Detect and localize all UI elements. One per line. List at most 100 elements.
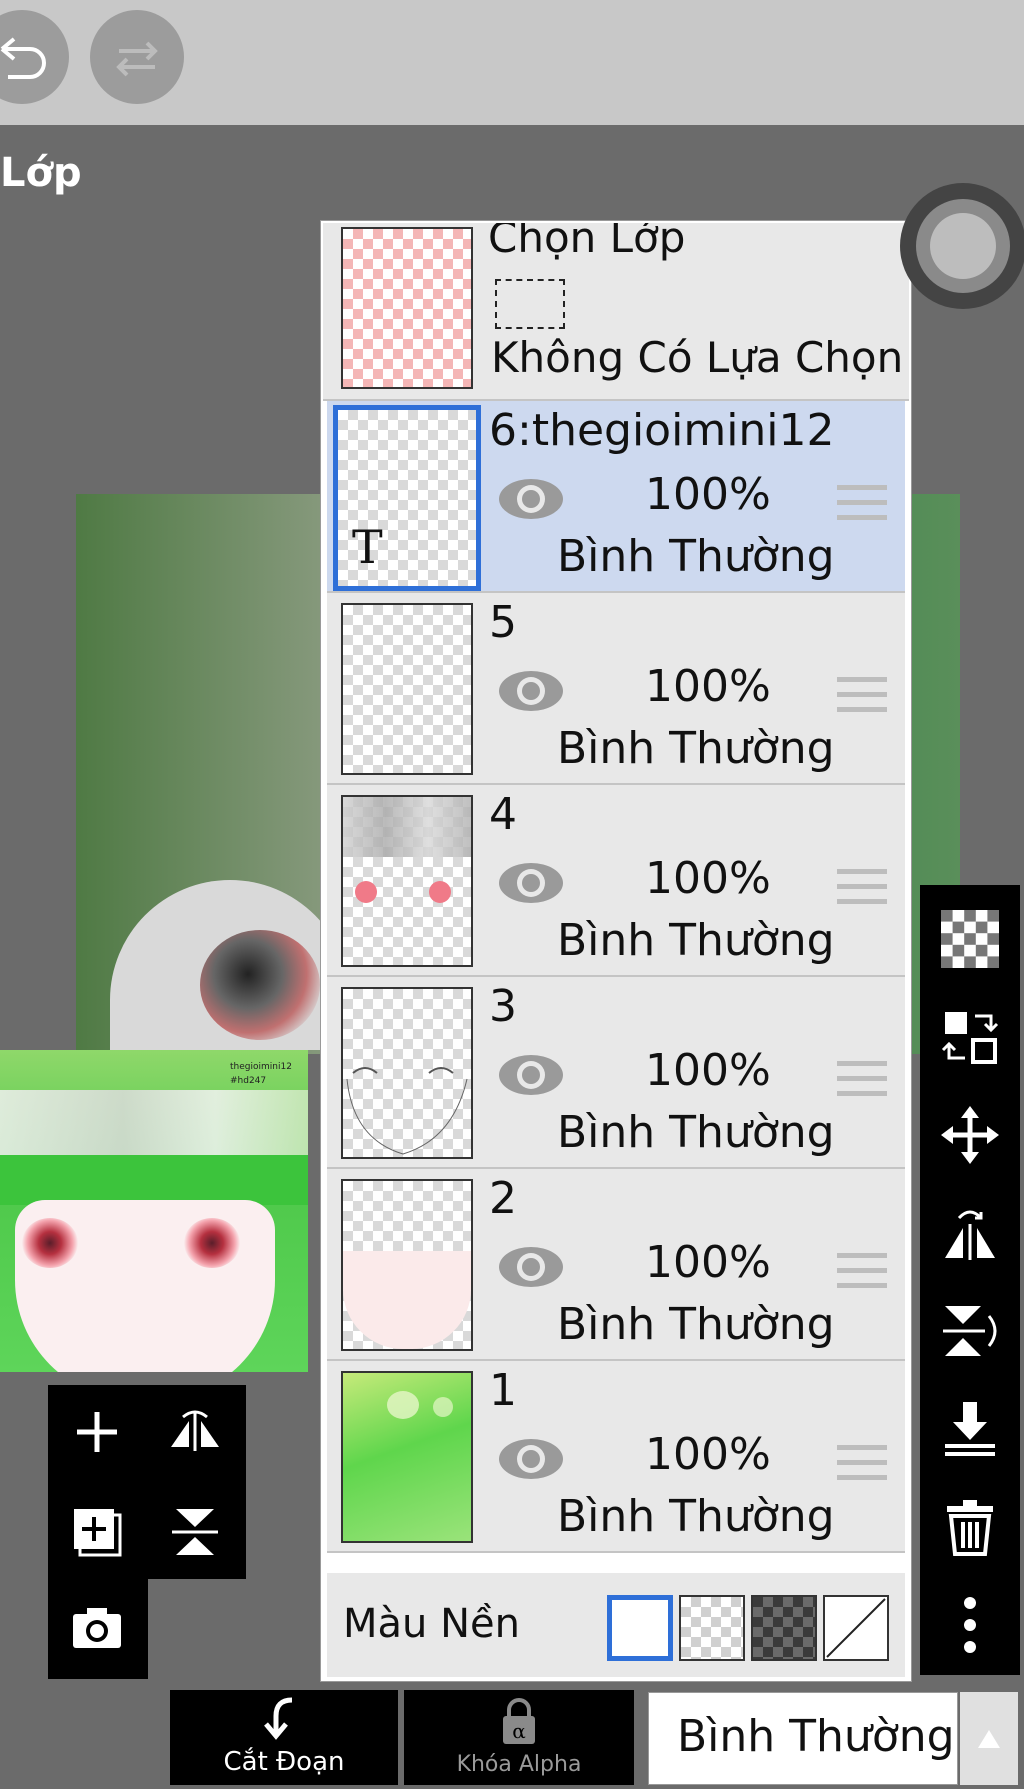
left-toolbar-bottom [48,1579,148,1679]
layer-row[interactable]: 3 100% Bình Thường [327,977,905,1169]
layer-thumbnail [341,603,473,775]
layer-blend-mode[interactable]: Bình Thường [557,1491,835,1542]
bg-transparent-light-swatch[interactable] [679,1595,745,1661]
alpha-lock-button[interactable]: α Khóa Alpha [404,1690,634,1785]
eye-icon[interactable] [497,1435,565,1483]
eye-icon[interactable] [497,1051,565,1099]
drag-handle-icon[interactable] [837,869,887,914]
layer-opacity[interactable]: 100% [645,661,771,712]
layer-blend-mode[interactable]: Bình Thường [557,1107,835,1158]
canvas-preview[interactable]: thegioimini12 #hd247 [0,1050,308,1372]
layer-opacity[interactable]: 100% [645,469,771,520]
layer-opacity[interactable]: 100% [645,1237,771,1288]
thumb-eye [429,881,451,903]
selection-thumbnail [341,227,473,389]
panel-title: Lớp [0,150,82,196]
undo-icon [0,37,46,79]
right-toolbar [920,885,1020,1675]
merge-down-icon [945,1402,995,1456]
layer-opacity[interactable]: 100% [645,853,771,904]
eye-icon[interactable] [497,859,565,907]
add-copy-icon [74,1509,122,1557]
left-toolbar [48,1385,246,1579]
checkerboard-icon [941,910,999,968]
delete-layer-button[interactable] [936,1493,1004,1561]
floating-color-button[interactable] [900,183,1024,309]
layer-row[interactable]: 4 100% Bình Thường [327,785,905,977]
layer-thumbnail [341,795,473,967]
bg-none-swatch[interactable] [823,1595,889,1661]
layer-name: 4 [489,789,517,840]
layer-name: 1 [489,1365,517,1416]
selection-marquee-icon [495,279,565,329]
flip-horizontal-icon [171,1410,219,1451]
drag-handle-icon[interactable] [837,485,887,530]
layer-row[interactable]: 5 100% Bình Thường [327,593,905,785]
import-photo-button[interactable] [62,1593,132,1663]
layer-name: 3 [489,981,517,1032]
transparency-button[interactable] [936,905,1004,973]
layer-thumbnail [341,1179,473,1351]
swap-icon [941,1012,999,1064]
layer-blend-mode[interactable]: Bình Thường [557,1299,835,1350]
svg-text:α: α [512,1719,526,1743]
top-bar [0,0,1024,125]
drag-handle-icon[interactable] [837,1445,887,1490]
merge-down-button[interactable] [936,1395,1004,1463]
layer-thumbnail [341,987,473,1159]
clipping-label: Cắt Đoạn [223,1747,345,1777]
preview-right-eye [184,1218,240,1268]
bg-white-swatch[interactable] [607,1595,673,1661]
layer-row[interactable]: T 6:thegioimini12 100% Bình Thường [327,401,905,593]
drag-handle-icon[interactable] [837,1253,887,1298]
layer-name: 5 [489,597,517,648]
eye-icon[interactable] [497,475,565,523]
thumb-eye [355,881,377,903]
swap-layer-button[interactable] [936,1003,1004,1071]
clipping-button[interactable]: Cắt Đoạn [170,1690,398,1785]
flip-vertical-button[interactable] [160,1497,230,1567]
preview-hair [0,1155,308,1205]
add-layer-button[interactable] [62,1397,132,1467]
flip-vertical-right-button[interactable] [936,1297,1004,1365]
flip-horizontal-icon [945,1210,995,1260]
flip-vertical-icon [943,1306,997,1356]
plus-icon [77,1412,117,1452]
no-color-icon [826,1598,886,1658]
clip-arrow-icon [264,1697,293,1740]
layer-row[interactable]: 1 100% Bình Thường [327,1361,905,1553]
preview-watermark: thegioimini12 [230,1062,292,1072]
trash-icon [947,1500,993,1556]
blend-mode-dropdown-button[interactable] [960,1692,1018,1785]
eye-icon[interactable] [497,1243,565,1291]
thumb-hair-band [343,797,471,857]
blend-mode-value: Bình Thường [677,1711,955,1762]
layer-opacity[interactable]: 100% [645,1429,771,1480]
redo-icon [116,41,158,77]
bg-transparent-dark-swatch[interactable] [751,1595,817,1661]
redo-button[interactable] [90,10,184,104]
background-color-label: Màu Nền [343,1601,520,1647]
more-options-button[interactable] [936,1591,1004,1659]
blend-mode-select[interactable]: Bình Thường [648,1692,958,1785]
thumb-bokeh [387,1391,419,1419]
flip-horizontal-button[interactable] [160,1397,230,1467]
drag-handle-icon[interactable] [837,1061,887,1106]
preview-left-eye [22,1218,78,1268]
layer-blend-mode[interactable]: Bình Thường [557,915,835,966]
more-vertical-icon [964,1597,976,1653]
move-button[interactable] [936,1101,1004,1169]
undo-button[interactable] [0,10,69,104]
thumb-skin [343,1251,471,1349]
flip-horizontal-right-button[interactable] [936,1199,1004,1267]
duplicate-layer-button[interactable] [62,1497,132,1567]
selection-layer[interactable]: Chọn Lớp Không Có Lựa Chọn [323,223,909,401]
layer-opacity[interactable]: 100% [645,1045,771,1096]
drag-handle-icon[interactable] [837,677,887,722]
layer-thumbnail [341,1371,473,1543]
thumb-lineart [346,1067,468,1155]
eye-icon[interactable] [497,667,565,715]
layer-row[interactable]: 2 100% Bình Thường [327,1169,905,1361]
layer-blend-mode[interactable]: Bình Thường [557,531,835,582]
layer-blend-mode[interactable]: Bình Thường [557,723,835,774]
